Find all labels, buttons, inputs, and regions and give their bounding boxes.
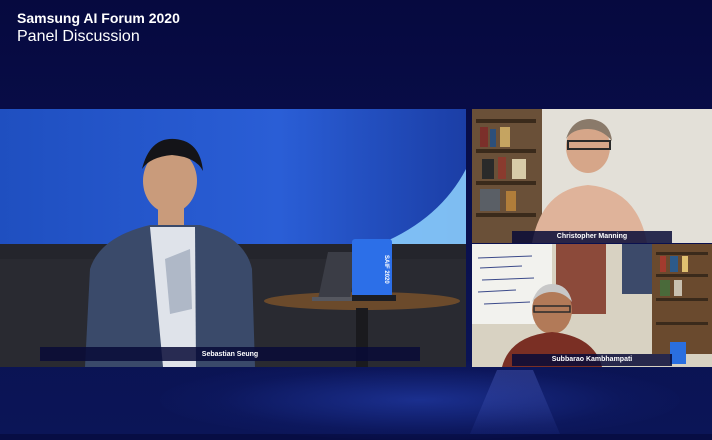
video-tile-frame-1	[472, 109, 712, 243]
main-speaker-name: Sebastian Seung	[201, 351, 259, 358]
participant-name-bottom-right: Subbarao Kambhampati	[551, 356, 633, 363]
main-video-panel[interactable]: Sebastian Seung SAIF 2020	[0, 109, 466, 367]
video-tile-subbarao-kambhampati[interactable]: Subbarao Kambhampati	[472, 244, 712, 367]
event-subtitle: Panel Discussion	[17, 28, 140, 45]
video-tile-frame-2	[472, 244, 712, 367]
stage-sign: SAIF 2020	[383, 254, 389, 284]
main-video-frame	[0, 109, 466, 367]
video-tile-christopher-manning[interactable]: Christopher Manning	[472, 109, 712, 243]
stage-glow	[160, 360, 680, 440]
participant-name-top-right: Christopher Manning	[556, 233, 628, 240]
event-title: Samsung AI Forum 2020	[17, 10, 180, 26]
